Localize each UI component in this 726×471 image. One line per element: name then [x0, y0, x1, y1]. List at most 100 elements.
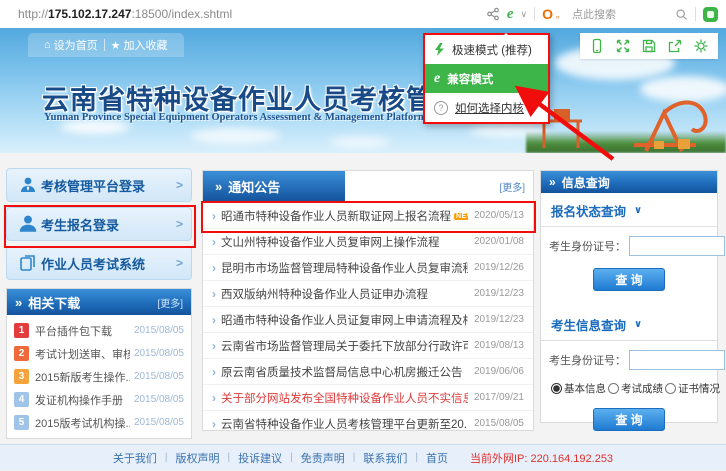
info-type-radio-group: 基本信息 考试成绩 证书情况: [549, 381, 709, 396]
bullet-icon: ›: [212, 391, 216, 405]
add-favorite-link[interactable]: ★加入收藏: [105, 36, 174, 54]
rank-badge: 5: [14, 415, 29, 430]
double-arrow-icon: »: [215, 179, 222, 194]
signup-query-button[interactable]: 查 询: [593, 268, 665, 291]
signup-id-input[interactable]: [629, 236, 725, 256]
browser-address-bar: http://175.102.17.247:18500/index.shtml …: [0, 0, 726, 29]
candidate-id-input[interactable]: [629, 350, 725, 370]
bullet-icon: ›: [212, 313, 216, 327]
download-item[interactable]: 52015版考试机构操...2015/08/05: [7, 411, 191, 434]
export-icon[interactable]: [667, 38, 683, 54]
menu-item-fast-mode[interactable]: 极速模式 (推荐): [425, 35, 548, 64]
download-item[interactable]: 1平台插件包下载2015/08/05: [7, 319, 191, 342]
download-item[interactable]: 32015新版考生操作...2015/08/05: [7, 365, 191, 388]
exam-documents-icon: [15, 253, 41, 273]
menu-item-compat-mode[interactable]: e 兼容模式: [425, 64, 548, 93]
id-number-label: 考生身份证号：: [549, 238, 626, 254]
notice-item[interactable]: ›文山州特种设备作业人员复审网上操作流程2020/01/08: [203, 229, 533, 255]
double-arrow-icon: »: [15, 295, 22, 310]
url-text[interactable]: http://175.102.17.247:18500/index.shtml: [18, 7, 232, 21]
screen: http://175.102.17.247:18500/index.shtml …: [0, 0, 726, 471]
cloud: [190, 128, 280, 144]
home-icon: ⌂: [44, 39, 51, 51]
chevron-right-icon: >: [176, 178, 183, 192]
chevron-down-icon: ∨: [634, 205, 642, 216]
chevron-right-icon: >: [176, 217, 183, 231]
notices-header: »通知公告 [更多]: [203, 171, 533, 203]
site-subtitle: Yunnan Province Special Equipment Operat…: [44, 112, 427, 123]
download-item[interactable]: 4发证机构操作手册2015/08/05: [7, 388, 191, 411]
radio-exam-score[interactable]: 考试成绩: [608, 381, 663, 396]
sidebar-item-assessment-platform-login[interactable]: 考核管理平台登录 >: [6, 168, 192, 202]
external-ip-text: 当前外网IP: 220.164.192.253: [470, 450, 613, 466]
page-toolbar: [580, 33, 718, 59]
header-quick-tabs: ⌂设为首页 ★加入收藏: [28, 33, 184, 57]
rank-badge: 4: [14, 392, 29, 407]
rank-badge: 3: [14, 369, 29, 384]
new-badge: NEW: [454, 213, 468, 220]
tab-notices[interactable]: »通知公告: [203, 171, 345, 201]
kernel-switch-icon[interactable]: e: [507, 7, 514, 22]
share-icon[interactable]: [486, 7, 500, 21]
search-engine-logo: O: [542, 6, 553, 22]
candidate-person-icon: [15, 213, 41, 235]
browser-logo-icon[interactable]: [703, 7, 718, 22]
manager-person-icon: [15, 175, 41, 195]
kernel-chevron-down-icon[interactable]: ∨: [521, 9, 528, 20]
bullet-icon: ›: [212, 209, 216, 223]
double-arrow-icon: »: [549, 175, 556, 189]
cloud: [330, 136, 390, 148]
save-icon[interactable]: [641, 38, 657, 54]
fullscreen-icon[interactable]: [615, 38, 631, 54]
notices-panel: »通知公告 [更多] ›昭通市特种设备作业人员新取证网上报名流程NEW2020/…: [202, 170, 534, 431]
id-number-label: 考生身份证号：: [549, 352, 626, 368]
notices-more-link[interactable]: [更多]: [499, 179, 533, 194]
notice-item[interactable]: ›原云南省质量技术监督局信息中心机房搬迁公告2019/06/06: [203, 359, 533, 385]
settings-gear-icon[interactable]: [693, 38, 709, 54]
candidate-info-query-toggle[interactable]: 考生信息查询∨: [541, 307, 717, 340]
menu-item-kernel-help[interactable]: ? 如何选择内核: [425, 93, 548, 122]
search-icon[interactable]: [675, 8, 688, 21]
bullet-icon: ›: [212, 287, 216, 301]
search-input[interactable]: 点此搜索: [572, 6, 616, 22]
left-sidebar: 考核管理平台登录 > 考生报名登录 > 作业人员考试系统 > » 相关下载 [更…: [6, 168, 192, 439]
info-query-panel: »信息查询 报名状态查询∨ 考生身份证号： 查 询 考生信息查询∨ 考生身份证号…: [540, 170, 718, 423]
bullet-icon: ›: [212, 235, 216, 249]
candidate-query-button[interactable]: 查 询: [593, 408, 665, 431]
e-compat-icon: e: [434, 71, 440, 87]
download-item[interactable]: 2考试计划送审、审核 ...2015/08/05: [7, 342, 191, 365]
downloads-header: » 相关下载 [更多]: [7, 289, 191, 315]
footer-link-disclaimer[interactable]: 免责声明: [301, 450, 345, 466]
sidebar-item-operator-exam-system[interactable]: 作业人员考试系统 >: [6, 246, 192, 280]
sidebar-item-candidate-signup-login[interactable]: 考生报名登录 >: [6, 207, 192, 241]
notices-column: »通知公告 [更多] ›昭通市特种设备作业人员新取证网上报名流程NEW2020/…: [202, 170, 534, 431]
notice-item[interactable]: ›云南省特种设备作业人员考核管理平台更新至20...2015/08/05: [203, 411, 533, 436]
notice-item[interactable]: ›昭通市特种设备作业人员证复审网上申请流程及相...2019/12/23: [203, 307, 533, 333]
chevron-down-icon: ∨: [634, 319, 642, 330]
notice-item[interactable]: ›昭通市特种设备作业人员新取证网上报名流程NEW2020/05/13: [203, 203, 533, 229]
radio-basic-info[interactable]: 基本信息: [551, 381, 606, 396]
signup-status-query-toggle[interactable]: 报名状态查询∨: [541, 193, 717, 226]
radio-certificate[interactable]: 证书情况: [665, 381, 720, 396]
notice-item[interactable]: ›关于部分网站发布全国特种设备作业人员不实信息...2017/09/21: [203, 385, 533, 411]
downloads-title: 相关下载: [28, 293, 157, 312]
question-icon: ?: [434, 101, 448, 115]
rank-badge: 2: [14, 346, 29, 361]
footer-link-contact[interactable]: 联系我们: [363, 450, 407, 466]
notice-item[interactable]: ›西双版纳州特种设备作业人员证申办流程2019/12/23: [203, 281, 533, 307]
bullet-icon: ›: [212, 261, 216, 275]
footer-link-home[interactable]: 首页: [426, 450, 448, 466]
bullet-icon: ›: [212, 365, 216, 379]
notice-item[interactable]: ›昆明市市场监督管理局特种设备作业人员复审流程...2019/12/26: [203, 255, 533, 281]
mobile-icon[interactable]: [589, 38, 605, 54]
site-header: ⌂设为首页 ★加入收藏 云南省特种设备作业人员考核管理平台 Yunnan Pro…: [0, 28, 726, 153]
footer-link-about[interactable]: 关于我们: [113, 450, 157, 466]
hero-crane-photo: [526, 83, 726, 153]
notice-item[interactable]: ›云南省市场监督管理局关于委托下放部分行政许可...2019/08/13: [203, 333, 533, 359]
set-home-link[interactable]: ⌂设为首页: [38, 36, 104, 54]
footer-link-copyright[interactable]: 版权声明: [176, 450, 220, 466]
downloads-more-link[interactable]: [更多]: [157, 295, 183, 310]
footer-link-complaint[interactable]: 投诉建议: [238, 450, 282, 466]
divider: [695, 7, 696, 21]
divider: [534, 7, 535, 21]
